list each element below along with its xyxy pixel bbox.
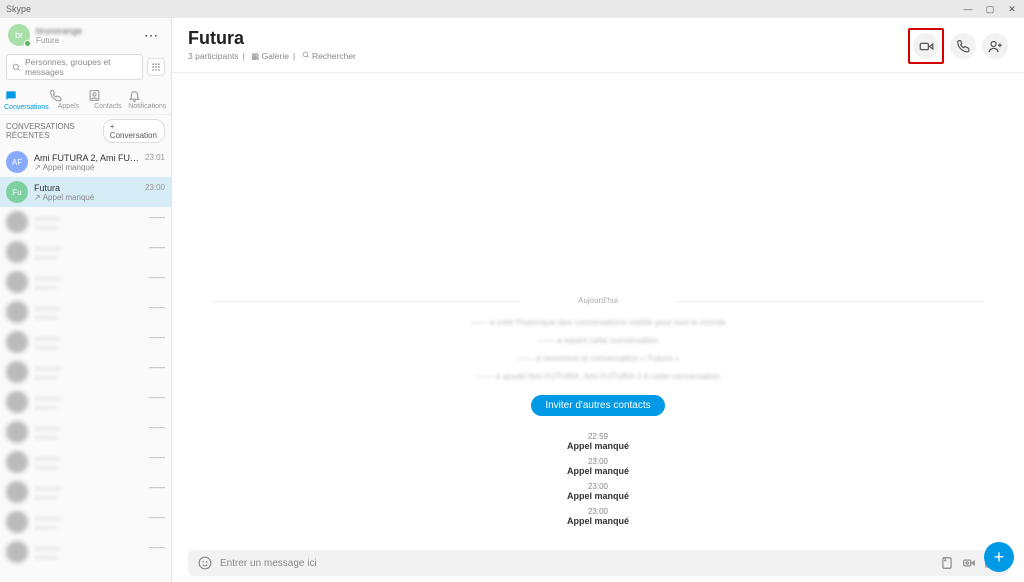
conversation-item[interactable]: ———————— — [0, 387, 171, 417]
search-icon[interactable] — [302, 51, 312, 61]
window-close[interactable]: ✕ — [1006, 4, 1018, 15]
recent-header: CONVERSATIONS RÉCENTES Conversation — [0, 115, 171, 147]
attach-file-icon[interactable] — [940, 556, 954, 570]
chat-pane: Futura 3 participants| ▦ Galerie| Recher… — [172, 18, 1024, 582]
window-minimize[interactable]: — — [962, 4, 974, 15]
phone-icon — [49, 89, 88, 102]
avatar — [6, 211, 28, 233]
audio-call-button[interactable] — [950, 33, 976, 59]
profile-header: br brunorange Futura ⋯ — [0, 18, 171, 52]
missed-call-icon: ↗ — [34, 163, 41, 172]
message-input[interactable]: Entrer un message ici — [220, 558, 932, 569]
chat-subtitle: 3 participants| ▦ Galerie| Rechercher — [188, 51, 356, 62]
emoji-icon[interactable] — [198, 556, 212, 570]
system-message: —— a ajouté Ami FUTURA, Ami FUTURA 2 à c… — [212, 371, 984, 381]
conversation-item[interactable]: ———————— — [0, 507, 171, 537]
sidebar: br brunorange Futura ⋯ Personnes, groupe… — [0, 18, 172, 582]
system-message: —— a créé l'historique des conversations… — [212, 317, 984, 327]
video-call-button[interactable] — [913, 33, 939, 59]
conversation-item[interactable]: ———————— — [0, 357, 171, 387]
conversation-item[interactable]: ———————— — [0, 237, 171, 267]
missed-call-entry: 22:59Appel manqué — [212, 432, 984, 451]
contacts-icon — [88, 89, 127, 102]
conversation-item[interactable]: ———————— — [0, 267, 171, 297]
date-divider: Aujourd'hui — [212, 296, 984, 305]
avatar — [6, 541, 28, 563]
conversation-item[interactable]: ———————— — [0, 477, 171, 507]
missed-call-entry: 23:00Appel manqué — [212, 457, 984, 476]
dialpad-button[interactable] — [147, 58, 165, 76]
conversation-item[interactable]: ———————— — [0, 297, 171, 327]
window-maximize[interactable]: ▢ — [984, 4, 996, 15]
conversation-item[interactable]: ———————— — [0, 207, 171, 237]
compose-bar: Entrer un message ici — [188, 550, 1008, 576]
missed-call-icon: ↗ — [34, 193, 41, 202]
conversation-title: Ami FUTURA 2, Ami FUTURA — [34, 153, 141, 163]
chat-title: Futura — [188, 28, 356, 49]
conversation-item[interactable]: Fu Futura ↗Appel manqué 23:00 — [0, 177, 171, 207]
invite-contacts-button[interactable]: Inviter d'autres contacts — [531, 395, 664, 416]
avatar — [6, 361, 28, 383]
conversation-sub: ↗Appel manqué — [34, 163, 141, 172]
missed-call-entry: 23:00Appel manqué — [212, 507, 984, 526]
avatar — [6, 391, 28, 413]
conversation-item[interactable]: ———————— — [0, 447, 171, 477]
conversation-item[interactable]: ———————— — [0, 327, 171, 357]
conversation-time: 23:00 — [145, 183, 165, 192]
search-input[interactable]: Personnes, groupes et messages — [6, 54, 143, 80]
conversation-item[interactable]: ———————— — [0, 417, 171, 447]
conversation-item[interactable]: ———————— — [0, 537, 171, 567]
conversation-title: Futura — [34, 183, 141, 193]
profile-name: brunorange — [36, 26, 140, 36]
chat-messages[interactable]: Aujourd'hui —— a créé l'historique des c… — [172, 73, 1024, 544]
conversation-item[interactable]: AF Ami FUTURA 2, Ami FUTURA ↗Appel manqu… — [0, 147, 171, 177]
avatar — [6, 271, 28, 293]
more-menu-button[interactable]: ⋯ — [140, 27, 163, 44]
bell-icon — [128, 89, 167, 102]
conversation-list: AF Ami FUTURA 2, Ami FUTURA ↗Appel manqu… — [0, 147, 171, 582]
profile-status: Futura — [36, 36, 140, 45]
avatar — [6, 241, 28, 263]
avatar: AF — [6, 151, 28, 173]
add-people-button[interactable] — [982, 33, 1008, 59]
avatar[interactable]: br — [8, 24, 30, 46]
avatar — [6, 481, 28, 503]
system-message: —— a renommé la conversation « Futura » — [212, 353, 984, 363]
chat-header: Futura 3 participants| ▦ Galerie| Recher… — [172, 18, 1024, 73]
tab-calls[interactable]: Appels — [49, 86, 88, 114]
video-message-icon[interactable] — [962, 556, 976, 570]
gallery-icon[interactable]: ▦ — [251, 51, 261, 61]
missed-call-entry: 23:00Appel manqué — [212, 482, 984, 501]
avatar — [6, 511, 28, 533]
window-title: Skype — [6, 4, 31, 14]
avatar — [6, 331, 28, 353]
avatar — [6, 451, 28, 473]
chat-icon — [4, 89, 49, 103]
presence-dot — [24, 40, 31, 47]
tab-notifications[interactable]: Notifications — [128, 86, 167, 114]
nav-tabs: Conversations Appels Contacts Notificati… — [0, 86, 171, 115]
avatar — [6, 421, 28, 443]
avatar — [6, 301, 28, 323]
conversation-time: 23:01 — [145, 153, 165, 162]
new-conversation-button[interactable]: Conversation — [103, 119, 165, 143]
new-chat-fab[interactable]: + — [984, 542, 1014, 572]
conversation-sub: ↗Appel manqué — [34, 193, 141, 202]
window-titlebar: Skype — ▢ ✕ — [0, 0, 1024, 18]
tab-contacts[interactable]: Contacts — [88, 86, 127, 114]
system-message: —— a rejoint cette conversation — [212, 335, 984, 345]
tab-conversations[interactable]: Conversations — [4, 86, 49, 114]
search-icon — [12, 63, 21, 72]
annotation-highlight — [908, 28, 944, 64]
avatar: Fu — [6, 181, 28, 203]
